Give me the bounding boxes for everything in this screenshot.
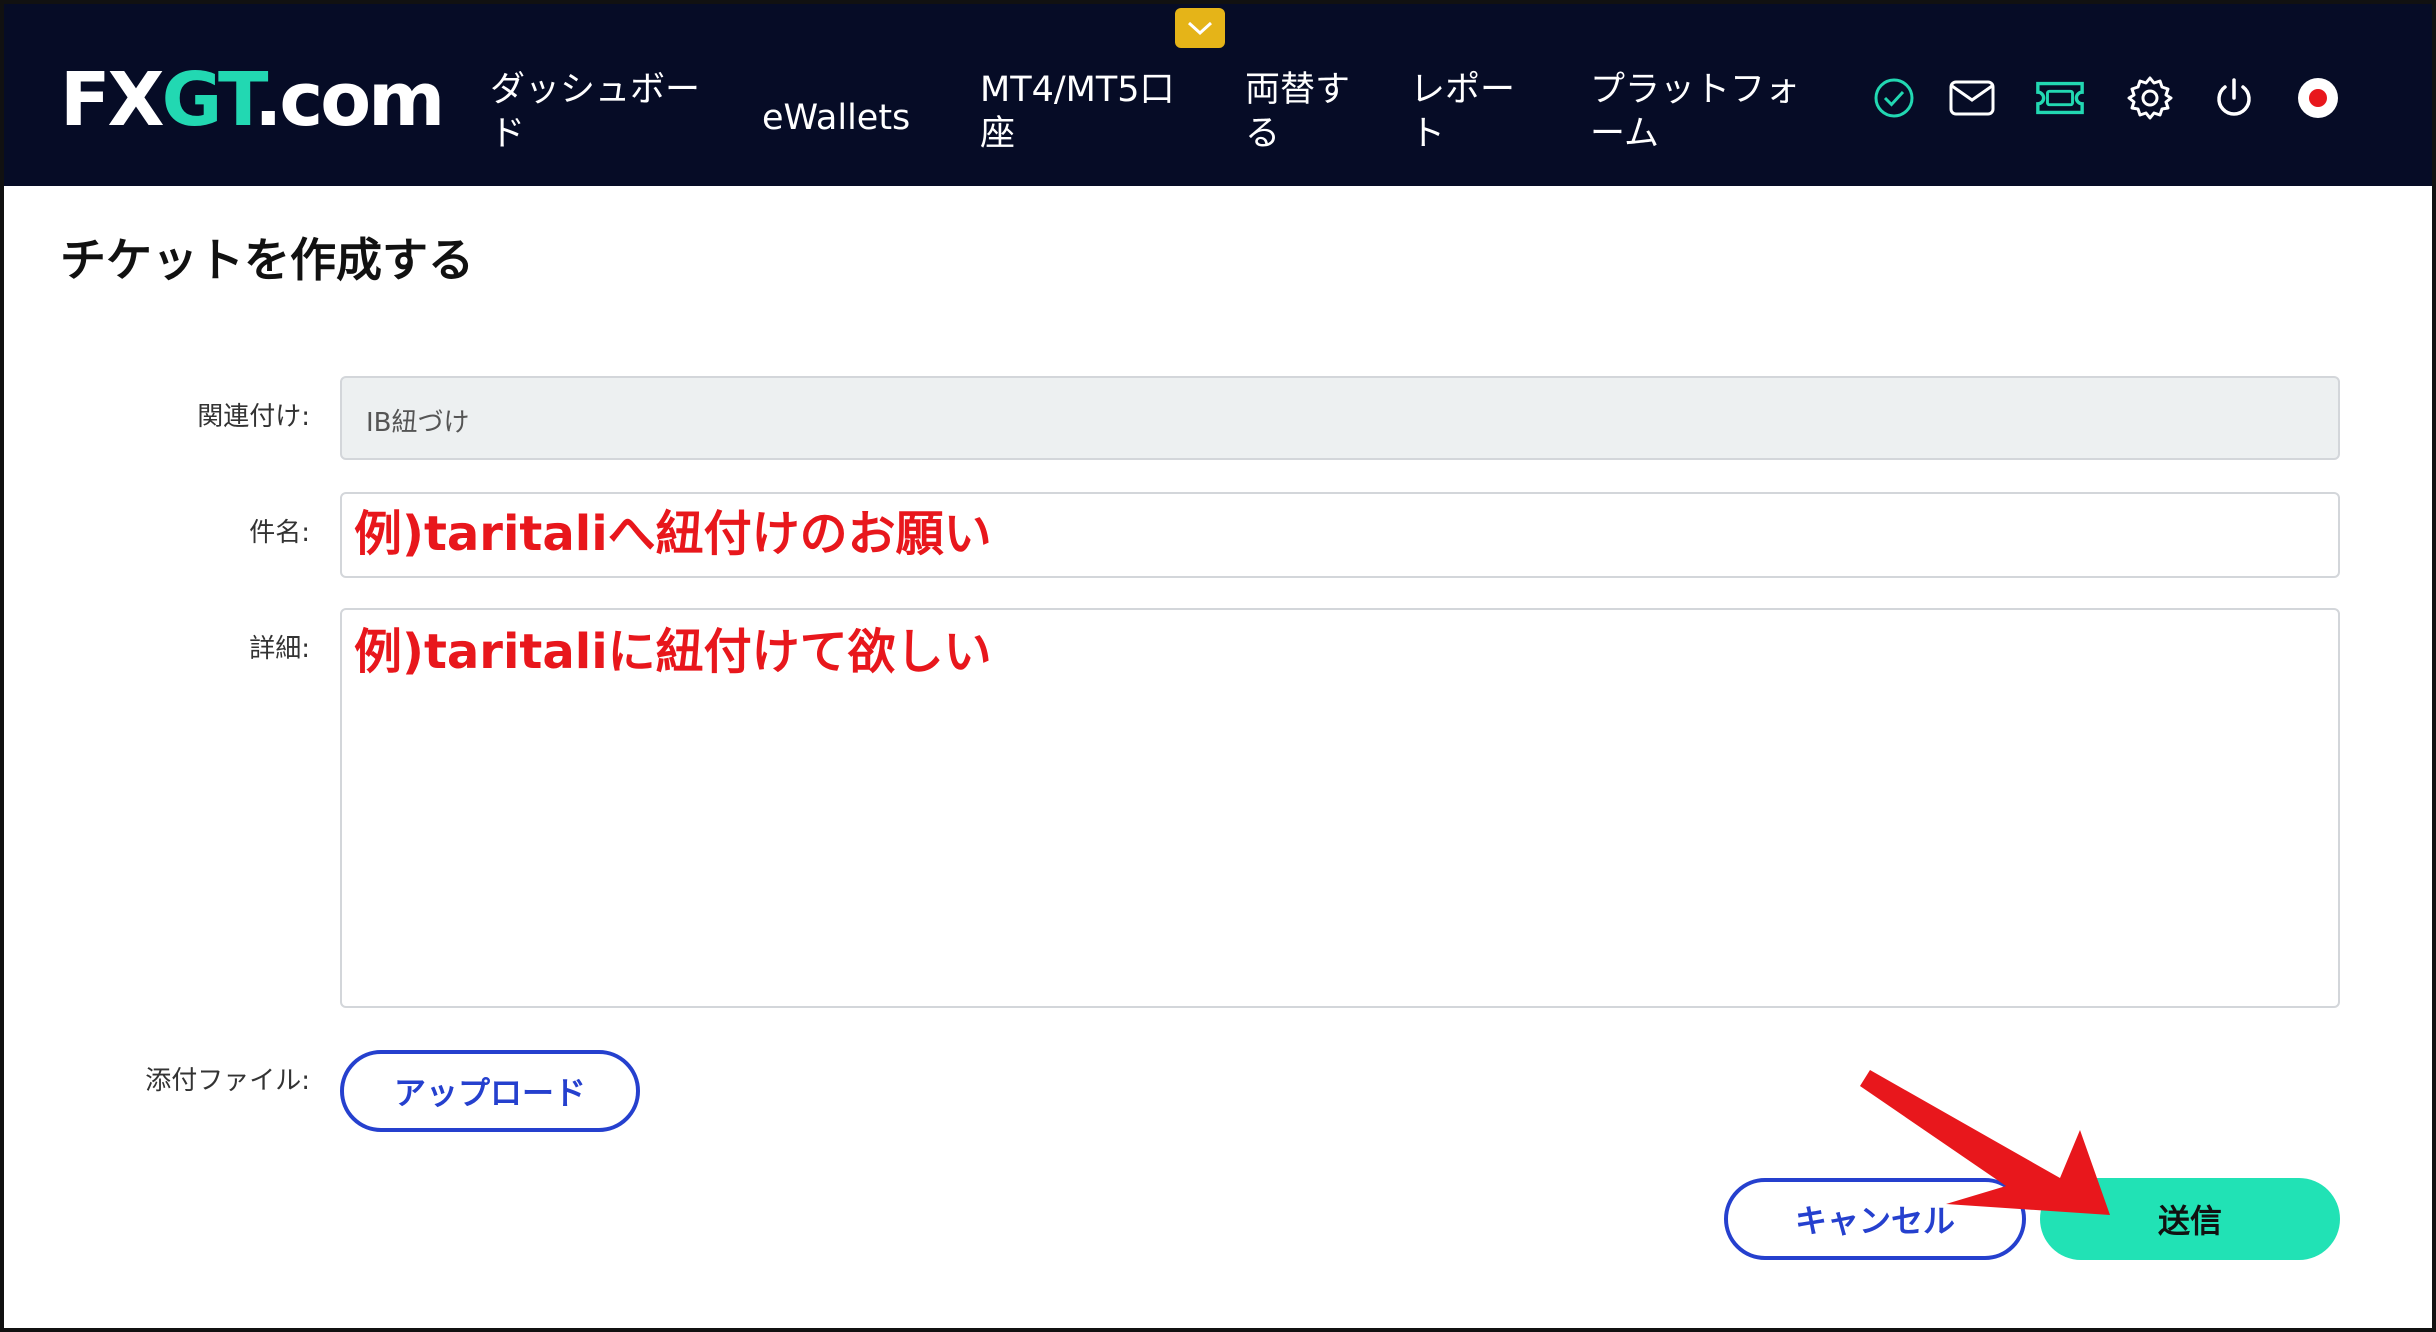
- nav-reports-line2: ト: [1410, 114, 1446, 154]
- attachment-label: 添付ファイル:: [145, 1066, 310, 1096]
- check-circle-icon[interactable]: [1868, 72, 1920, 124]
- header-collapse-tab[interactable]: [1175, 8, 1225, 48]
- upload-button[interactable]: アップロード: [340, 1050, 640, 1132]
- nav-platform-line2: ーム: [1590, 114, 1659, 154]
- related-label: 関連付け:: [197, 402, 310, 432]
- detail-example-text: 例)taritaliに紐付けて欲しい: [354, 624, 992, 680]
- fxgt-logo[interactable]: FXGT.com: [60, 60, 445, 140]
- japan-flag-icon[interactable]: [2292, 72, 2344, 124]
- nav-mt-accounts-line1: MT4/MT5口: [980, 70, 1175, 110]
- nav-platform[interactable]: プラットフォ ーム: [1590, 68, 1800, 156]
- nav-ewallets-label: eWallets: [762, 98, 911, 138]
- subject-example-text: 例)taritaliへ紐付けのお願い: [354, 506, 992, 562]
- nav-exchange-line1: 両替す: [1245, 70, 1351, 110]
- related-value: IB紐づけ: [366, 408, 470, 438]
- subject-label: 件名:: [249, 518, 310, 548]
- nav-mt-accounts[interactable]: MT4/MT5口 座: [980, 68, 1174, 156]
- nav-dashboard-line2: ド: [490, 114, 526, 154]
- red-arrow-annotation-icon: [1860, 1070, 2110, 1215]
- detail-textarea[interactable]: 例)taritaliに紐付けて欲しい: [340, 608, 2340, 1008]
- nav-ewallets[interactable]: eWallets: [762, 96, 910, 140]
- chevron-down-icon: [1187, 21, 1213, 36]
- nav-reports-line1: レポー: [1410, 70, 1516, 110]
- nav-exchange[interactable]: 両替す る: [1245, 68, 1350, 156]
- related-field: IB紐づけ: [340, 376, 2340, 460]
- nav-mt-accounts-line2: 座: [980, 114, 1016, 154]
- gear-icon[interactable]: [2124, 72, 2176, 124]
- mail-icon[interactable]: [1946, 72, 1998, 124]
- ticket-icon[interactable]: [2034, 72, 2086, 124]
- nav-reports[interactable]: レポー ト: [1410, 68, 1515, 156]
- nav-platform-line1: プラットフォ: [1590, 70, 1801, 110]
- nav-exchange-line2: る: [1245, 114, 1281, 154]
- top-navbar: FXGT.com ダッシュボー ド eWallets MT4/MT5口 座 両替…: [0, 0, 2436, 186]
- power-icon[interactable]: [2208, 72, 2260, 124]
- page-title: チケットを作成する: [60, 233, 474, 287]
- subject-input[interactable]: 例)taritaliへ紐付けのお願い: [340, 492, 2340, 578]
- nav-dashboard-line1: ダッシュボー: [490, 70, 701, 110]
- nav-dashboard[interactable]: ダッシュボー ド: [490, 68, 700, 156]
- detail-label: 詳細:: [249, 634, 310, 664]
